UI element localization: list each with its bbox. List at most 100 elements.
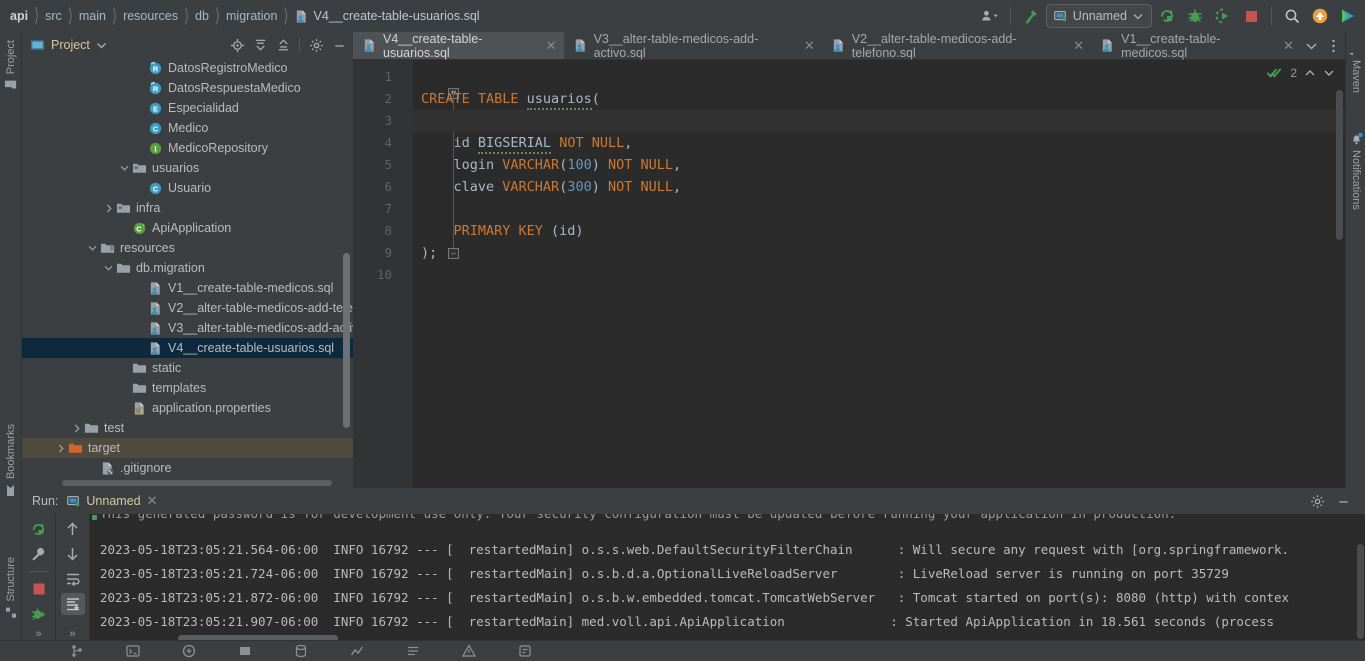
wrench-settings-icon[interactable] — [27, 543, 51, 565]
hammer-build-icon[interactable] — [1018, 3, 1044, 29]
tree-node-datosregistromedico[interactable]: R DatosRegistroMedico — [22, 58, 353, 78]
code-line-5[interactable]: login VARCHAR(100) NOT NULL, — [413, 154, 1345, 176]
close-icon[interactable]: ✕ — [804, 38, 815, 54]
rerun-icon[interactable] — [1154, 3, 1180, 29]
minimize-icon[interactable] — [1333, 491, 1353, 511]
editor-scrollbar[interactable] — [1336, 90, 1343, 240]
tree-node-especialidad[interactable]: E Especialidad — [22, 98, 353, 118]
tree-node-apiapplication[interactable]: C ApiApplication — [22, 218, 353, 238]
inspections-widget[interactable]: 2 — [1266, 65, 1335, 80]
tree-node-target[interactable]: target — [22, 438, 353, 458]
close-icon[interactable]: ✕ — [1283, 38, 1294, 54]
code-line-10[interactable] — [413, 264, 1345, 286]
editor-tab-v4[interactable]: V4__create-table-usuarios.sql ✕ — [353, 32, 564, 60]
chevron-up-icon[interactable] — [1304, 69, 1316, 77]
code-folding-column[interactable]: ▼ – — [400, 60, 459, 488]
chevron-right-icon[interactable] — [54, 444, 67, 453]
project-tree-scrollbar[interactable] — [343, 253, 350, 428]
breadcrumb-item-api[interactable]: api — [9, 9, 29, 23]
run-with-coverage-icon[interactable] — [1210, 3, 1236, 29]
soft-wrap-icon[interactable] — [61, 568, 85, 590]
chevron-right-icon[interactable] — [70, 424, 83, 433]
tree-node-test[interactable]: test — [22, 418, 353, 438]
locate-icon[interactable] — [227, 35, 247, 55]
code-line-7[interactable] — [413, 198, 1345, 220]
user-dropdown-icon[interactable] — [977, 3, 1003, 29]
debug-bug-icon[interactable] — [1182, 3, 1208, 29]
tree-node-datosrespuestamedico[interactable]: R DatosRespuestaMedico — [22, 78, 353, 98]
chevron-down-icon[interactable] — [1323, 69, 1335, 77]
todo-icon[interactable] — [406, 644, 420, 658]
tree-node-medico[interactable]: C Medico — [22, 118, 353, 138]
profiler-icon[interactable] — [350, 644, 364, 658]
expand-more-icon[interactable]: » — [69, 628, 75, 640]
breadcrumb-item-src[interactable]: src — [44, 9, 63, 23]
tree-node-usuario[interactable]: C Usuario — [22, 178, 353, 198]
tree-node--gitignore[interactable]: .gitignore — [22, 458, 353, 478]
minimize-icon[interactable] — [329, 35, 349, 55]
more-vertical-icon[interactable] — [1323, 36, 1343, 56]
problems-icon[interactable] — [462, 644, 476, 658]
tree-node-v4-create-table-usuarios-sql[interactable]: V4__create-table-usuarios.sql — [22, 338, 353, 358]
arrow-down-icon[interactable] — [61, 543, 85, 565]
gear-icon[interactable] — [306, 35, 326, 55]
run-session-tab[interactable]: Unnamed ✕ — [66, 493, 158, 509]
run-play-icon[interactable] — [1335, 3, 1361, 29]
code-content[interactable]: CREATE TABLE usuarios( id BIGSERIAL NOT … — [413, 60, 1345, 488]
code-line-9[interactable]: ); — [413, 242, 1345, 264]
sidebar-item-bookmarks[interactable]: Bookmarks — [0, 420, 22, 501]
code-editor[interactable]: 1 2 3 4 5 6 7 8 9 10 ▼ – CREATE TABLE usuarios( i… — [353, 60, 1345, 488]
scroll-to-end-icon[interactable] — [60, 593, 85, 615]
tree-node-static[interactable]: static — [22, 358, 353, 378]
close-icon[interactable]: ✕ — [1073, 38, 1084, 54]
terminal-icon[interactable] — [126, 644, 140, 658]
tree-node-db-migration[interactable]: db.migration — [22, 258, 353, 278]
expand-all-icon[interactable] — [250, 35, 270, 55]
tree-node-resources[interactable]: resources — [22, 238, 353, 258]
sidebar-item-project[interactable]: Project — [0, 36, 22, 95]
event-log-icon[interactable] — [518, 644, 532, 658]
build-icon[interactable] — [238, 644, 252, 658]
code-line-2[interactable]: CREATE TABLE usuarios( — [413, 88, 1345, 110]
code-line-4[interactable]: id BIGSERIAL NOT NULL, — [413, 132, 1345, 154]
search-everywhere-icon[interactable] — [1279, 3, 1305, 29]
code-line-6[interactable]: clave VARCHAR(300) NOT NULL, — [413, 176, 1345, 198]
stop-icon[interactable] — [1238, 3, 1264, 29]
stop-icon[interactable] — [27, 578, 51, 600]
breadcrumb-item-main[interactable]: main — [78, 9, 107, 23]
code-line-3[interactable] — [413, 110, 1345, 132]
gear-icon[interactable] — [1307, 491, 1327, 511]
tree-node-usuarios[interactable]: usuarios — [22, 158, 353, 178]
project-tree[interactable]: R DatosRegistroMedico R DatosRespuestaMedic… — [22, 58, 353, 488]
chevron-down-icon[interactable] — [102, 265, 115, 271]
collapse-all-icon[interactable] — [273, 35, 293, 55]
chevron-down-icon[interactable] — [1301, 36, 1321, 56]
tree-node-v2-alter-table-medicos-add-telefono-sql[interactable]: V2__alter-table-medicos-add-telefono.sql — [22, 298, 353, 318]
code-line-8[interactable]: PRIMARY KEY (id) — [413, 220, 1345, 242]
tree-node-templates[interactable]: templates — [22, 378, 353, 398]
tree-node-application-properties[interactable]: application.properties — [22, 398, 353, 418]
expand-more-icon[interactable]: » — [35, 628, 41, 640]
console-vscrollbar[interactable] — [1357, 544, 1364, 639]
close-icon[interactable]: ✕ — [147, 493, 158, 509]
tree-node-infra[interactable]: infra — [22, 198, 353, 218]
breadcrumb-item-migration[interactable]: migration — [225, 9, 278, 23]
breadcrumb-current-file[interactable]: V4__create-table-usuarios.sql — [294, 9, 480, 24]
services-icon[interactable] — [182, 644, 196, 658]
arrow-up-icon[interactable] — [61, 518, 85, 540]
rerun-icon[interactable] — [27, 518, 51, 540]
restart-debug-icon[interactable] — [27, 603, 51, 625]
chevron-right-icon[interactable] — [102, 204, 115, 213]
git-branch-icon[interactable] — [70, 644, 84, 658]
editor-tab-v1[interactable]: V1__create-table-medicos.sql ✕ — [1091, 32, 1301, 60]
close-icon[interactable]: ✕ — [546, 38, 557, 54]
breadcrumb-item-db[interactable]: db — [194, 9, 210, 23]
sidebar-item-maven[interactable]: m Maven — [1346, 38, 1365, 97]
console-output[interactable]: This generated password is for developme… — [90, 514, 1365, 643]
code-line-1[interactable] — [413, 66, 1345, 88]
database-icon[interactable] — [294, 644, 308, 658]
project-tree-hscrollbar[interactable] — [62, 480, 332, 486]
update-project-icon[interactable] — [1307, 3, 1333, 29]
chevron-down-icon[interactable] — [118, 165, 131, 171]
breadcrumb-item-resources[interactable]: resources — [122, 9, 179, 23]
